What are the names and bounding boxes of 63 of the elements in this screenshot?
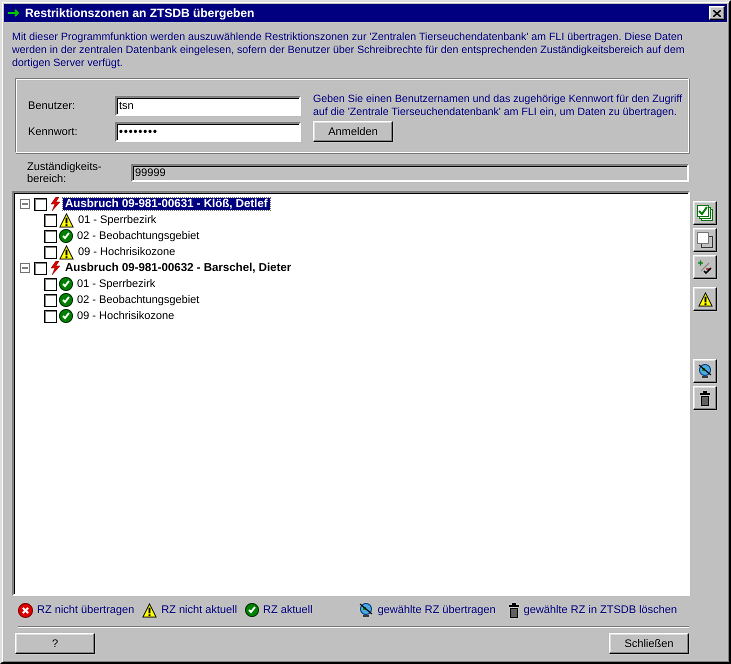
checkmark-icon <box>245 603 260 617</box>
check-all-button[interactable] <box>693 201 717 225</box>
plus-minus-check-icon <box>697 259 713 275</box>
legend-label: gewählte RZ in ZTSDB löschen <box>524 604 678 616</box>
warning-icon <box>59 244 74 260</box>
legend-label: RZ nicht aktuell <box>161 604 238 616</box>
legend-label: RZ aktuell <box>263 604 313 616</box>
invert-selection-button[interactable] <box>693 255 717 279</box>
warning-icon <box>59 212 74 228</box>
window-title: Restriktionszonen an ZTSDB übergeben <box>25 6 256 20</box>
globe-icon <box>358 602 374 618</box>
upload-button[interactable] <box>693 359 717 383</box>
legend-label: gewählte RZ übertragen <box>378 604 496 616</box>
user-label: Benutzer: <box>28 100 76 112</box>
warning-button[interactable] <box>693 287 717 311</box>
warning-icon <box>142 602 158 618</box>
pages-icon <box>697 232 713 248</box>
checkbox[interactable] <box>44 278 57 290</box>
checked-pages-icon <box>697 205 713 221</box>
login-hint: Geben Sie einen Benutzernamen und das zugehörige Kennwort für den Zugriff auf die 'Zentrale Tierseuchendatenbank' am FLI ein, um Daten zu übertragen. <box>313 93 684 119</box>
checkbox[interactable] <box>34 262 47 274</box>
tree-item[interactable]: 02 - Beobachtungsgebiet <box>75 230 202 242</box>
checkbox[interactable] <box>44 294 57 306</box>
globe-icon <box>697 363 713 379</box>
checkbox[interactable] <box>34 198 47 210</box>
checkbox[interactable] <box>44 230 57 242</box>
user-field[interactable]: tsn <box>115 96 301 116</box>
lightning-icon <box>49 261 61 275</box>
checkbox[interactable] <box>44 310 57 322</box>
checkbox[interactable] <box>44 246 57 258</box>
checkmark-icon <box>59 229 73 243</box>
collapse-icon[interactable] <box>20 263 30 273</box>
close-dialog-button[interactable]: Schließen <box>609 633 689 654</box>
checkmark-icon <box>59 293 73 307</box>
lightning-icon <box>49 197 61 211</box>
tree-item[interactable]: 09 - Hochrisikozone <box>76 246 178 258</box>
tree-item[interactable]: Ausbruch 09-981-00631 - Klöß, Detlef <box>63 198 270 210</box>
tree-item[interactable]: 02 - Beobachtungsgebiet <box>75 294 202 306</box>
warning-icon <box>698 292 712 306</box>
area-field: 99999 <box>131 164 689 182</box>
arrow-icon <box>7 8 21 18</box>
login-button[interactable]: Anmelden <box>313 121 393 142</box>
password-label: Kennwort: <box>28 126 79 138</box>
error-icon <box>18 602 33 618</box>
checkmark-icon <box>59 277 73 291</box>
password-field[interactable]: •••••••• <box>115 122 301 142</box>
tree-item[interactable]: 09 - Hochrisikozone <box>75 310 176 322</box>
tree-item[interactable]: 01 - Sperrbezirk <box>75 278 158 290</box>
legend-label: RZ nicht übertragen <box>37 604 134 616</box>
checkmark-icon <box>59 309 73 323</box>
close-icon <box>713 10 721 16</box>
help-button[interactable]: ? <box>15 633 95 654</box>
description-text: Mit dieser Programmfunktion werden auszuwählende Restriktionszonen zur 'Zentralen Tierseuchendatenbank' am FLI übertragen. Diese Daten werden in der zentralen Datenbank eingelesen, sofern der Benutzer über Schreibrechte für den entsprechenden Zuständigkeitsbereich auf dem dortigen Server verfügt. <box>12 31 686 70</box>
close-button[interactable] <box>709 6 725 20</box>
tree-item[interactable]: 01 - Sperrbezirk <box>76 214 158 226</box>
collapse-icon[interactable] <box>20 199 30 209</box>
area-label: Zuständigkeits-bereich: <box>27 161 103 185</box>
delete-button[interactable] <box>693 386 717 410</box>
trash-icon <box>508 602 520 618</box>
checkbox[interactable] <box>44 214 57 226</box>
tree-item[interactable]: Ausbruch 09-981-00632 - Barschel, Dieter <box>63 262 294 274</box>
uncheck-all-button[interactable] <box>693 228 717 252</box>
trash-icon <box>699 390 711 406</box>
